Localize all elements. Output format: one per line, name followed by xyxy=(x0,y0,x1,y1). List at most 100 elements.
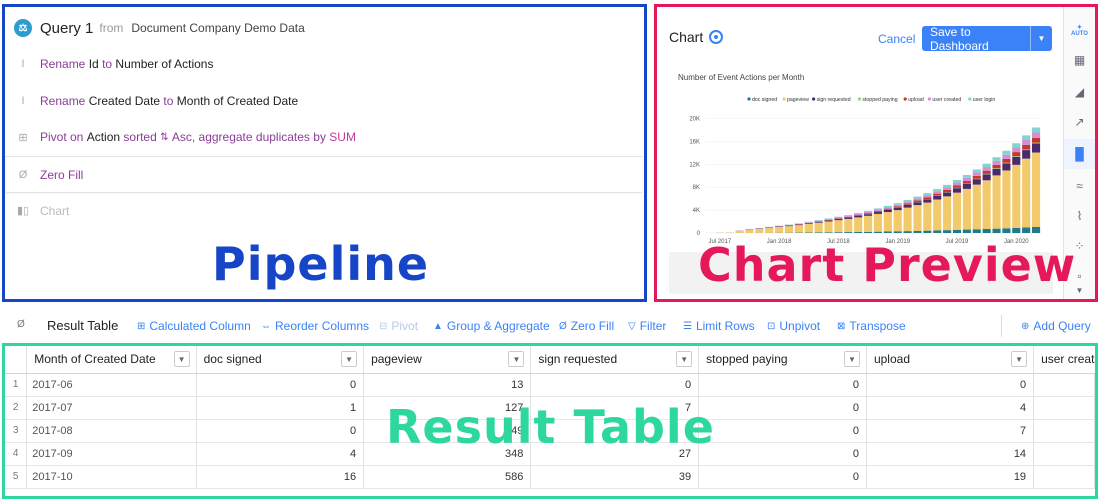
table-cell[interactable]: 4 xyxy=(196,442,365,466)
table-cell[interactable]: 0 xyxy=(196,373,365,397)
pipeline-step-query[interactable]: ⚖ Query 1 from Document Company Demo Dat… xyxy=(6,14,642,42)
bar-segment xyxy=(952,188,962,193)
table-cell[interactable]: 2017-06 xyxy=(26,373,197,397)
bar-segment xyxy=(943,187,952,190)
reorder-columns-button[interactable]: ⇔ Reorder Columns xyxy=(261,319,369,333)
multi-line-chart-icon[interactable]: ≈ xyxy=(1064,171,1095,201)
pipeline-step-pivot[interactable]: ⊞ Pivot on Action sorted ⇅ Asc, aggregat… xyxy=(6,124,642,150)
stacked-bar-chart: Number of Event Actions per Month doc si… xyxy=(678,73,1041,245)
limit-rows-button[interactable]: ☰ Limit Rows xyxy=(683,319,755,333)
table-cell[interactable]: 2017-07 xyxy=(26,396,197,420)
bar-segment xyxy=(962,183,971,189)
bar-segment xyxy=(883,208,892,210)
table-cell[interactable]: 19 xyxy=(866,465,1035,489)
group-aggregate-button[interactable]: ▲ Group & Aggregate xyxy=(433,319,550,333)
table-cell[interactable]: 0 xyxy=(866,373,1035,397)
column-header[interactable]: sign requested ▼ xyxy=(530,346,700,374)
unpivot-button[interactable]: ⊡ Unpivot xyxy=(767,319,820,333)
column-header[interactable]: doc signed ▼ xyxy=(196,346,365,374)
line-chart-icon[interactable]: ↗ xyxy=(1064,107,1095,137)
bar-segment xyxy=(952,185,962,188)
column-header[interactable]: stopped paying ▼ xyxy=(698,346,867,374)
bar-segment xyxy=(952,229,962,233)
chevron-down-icon[interactable]: ▼ xyxy=(341,351,358,367)
sort-icon: ⇅ xyxy=(160,131,169,143)
table-cell[interactable]: 586 xyxy=(363,465,532,489)
data-source-name[interactable]: Document Company Demo Data xyxy=(131,21,304,35)
combo-chart-icon[interactable]: ⌇ xyxy=(1064,201,1095,231)
table-cell[interactable]: 7 xyxy=(866,419,1035,443)
save-to-dashboard-button[interactable]: Save to Dashboard ▼ xyxy=(922,25,1052,53)
table-cell[interactable]: 2017-09 xyxy=(26,442,197,466)
step-keyword: Rename xyxy=(40,94,86,108)
table-cell[interactable]: 0 xyxy=(698,396,867,420)
table-cell[interactable]: 2017-08 xyxy=(26,419,197,443)
chevron-down-icon[interactable]: ▼ xyxy=(508,351,525,367)
table-cell[interactable]: 0 xyxy=(698,419,867,443)
table-cell[interactable]: 4 xyxy=(866,396,1035,420)
table-cell[interactable]: 0 xyxy=(698,465,867,489)
column-header[interactable]: user creat xyxy=(1033,346,1095,374)
calculated-column-button[interactable]: ⊞ Calculated Column xyxy=(137,319,251,333)
table-cell[interactable]: 2017-10 xyxy=(26,465,197,489)
auto-label: AUTO xyxy=(1071,30,1088,37)
table-cell[interactable] xyxy=(1033,442,1095,466)
table-cell[interactable]: 0 xyxy=(698,373,867,397)
pipeline-step-chart[interactable]: ▮▯ Chart xyxy=(6,192,642,228)
column-header[interactable]: upload ▼ xyxy=(866,346,1035,374)
pivot-button[interactable]: ⊟ Pivot xyxy=(379,319,418,333)
table-cell[interactable] xyxy=(1033,373,1095,397)
bar-segment xyxy=(962,175,971,178)
chevron-down-icon[interactable]: ▼ xyxy=(676,351,693,367)
bar-segment xyxy=(952,182,962,186)
column-header-label: Month of Created Date xyxy=(34,352,156,367)
bar-segment xyxy=(804,223,813,233)
cancel-button[interactable]: Cancel xyxy=(878,32,915,46)
bar-segment xyxy=(1032,137,1041,143)
filter-button[interactable]: ▽ Filter xyxy=(628,319,666,333)
table-cell[interactable]: 0 xyxy=(196,419,365,443)
chevron-down-icon[interactable]: ▼ xyxy=(1011,351,1028,367)
table-cell[interactable] xyxy=(1033,465,1095,489)
table-cell[interactable] xyxy=(1033,396,1095,420)
transpose-icon: ⊠ xyxy=(837,320,846,332)
table-cell[interactable]: 16 xyxy=(196,465,365,489)
step-keyword: to xyxy=(163,94,174,108)
column-header-label: stopped paying xyxy=(706,352,788,367)
table-cell[interactable] xyxy=(1033,419,1095,443)
column-header[interactable]: pageview ▼ xyxy=(363,346,532,374)
result-table-title: Result Table xyxy=(47,318,119,333)
bar-segment xyxy=(844,214,853,216)
pipeline-step-rename-id[interactable]: I Rename Id to Number of Actions xyxy=(6,51,642,77)
transpose-button[interactable]: ⊠ Transpose xyxy=(837,319,906,333)
table-cell[interactable]: 14 xyxy=(866,442,1035,466)
table-cell[interactable]: 1 xyxy=(196,396,365,420)
chevron-down-icon[interactable]: ▼ xyxy=(843,351,860,367)
query-title[interactable]: Query 1 xyxy=(40,20,93,37)
pipeline-step-rename-date[interactable]: I Rename Created Date to Month of Create… xyxy=(6,88,642,114)
bar-segment xyxy=(824,218,833,220)
add-query-button[interactable]: ⊕ Add Query xyxy=(1021,319,1091,333)
bar-segment xyxy=(864,231,873,233)
bar-segment xyxy=(834,218,843,219)
table-cell[interactable]: 0 xyxy=(698,442,867,466)
gear-icon[interactable] xyxy=(709,30,724,44)
zero-fill-button[interactable]: Ø Zero Fill xyxy=(559,319,614,333)
chevron-down-icon[interactable]: ▼ xyxy=(1030,26,1052,51)
legend-swatch xyxy=(782,97,786,101)
area-chart-icon[interactable]: ◢ xyxy=(1064,77,1095,107)
bar-segment xyxy=(834,219,843,221)
table-cell[interactable]: 13 xyxy=(363,373,532,397)
chevron-down-icon[interactable]: ▼ xyxy=(173,351,190,367)
bar-segment xyxy=(834,232,843,233)
table-cell[interactable]: 39 xyxy=(530,465,700,489)
table-cell[interactable]: 0 xyxy=(530,373,700,397)
step-keyword: Chart xyxy=(40,203,70,218)
pipeline-step-zero-fill[interactable]: Ø Zero Fill xyxy=(6,156,642,192)
bar-chart-icon[interactable]: ▐▌ xyxy=(1064,139,1095,169)
column-header[interactable]: Month of Created Date ▼ xyxy=(26,346,197,374)
bar-segment xyxy=(814,222,823,233)
chart-type-auto[interactable]: ✦ AUTO xyxy=(1064,15,1095,45)
table-icon[interactable]: ▦ xyxy=(1064,45,1095,75)
wand-icon: ✦ xyxy=(1076,24,1083,31)
